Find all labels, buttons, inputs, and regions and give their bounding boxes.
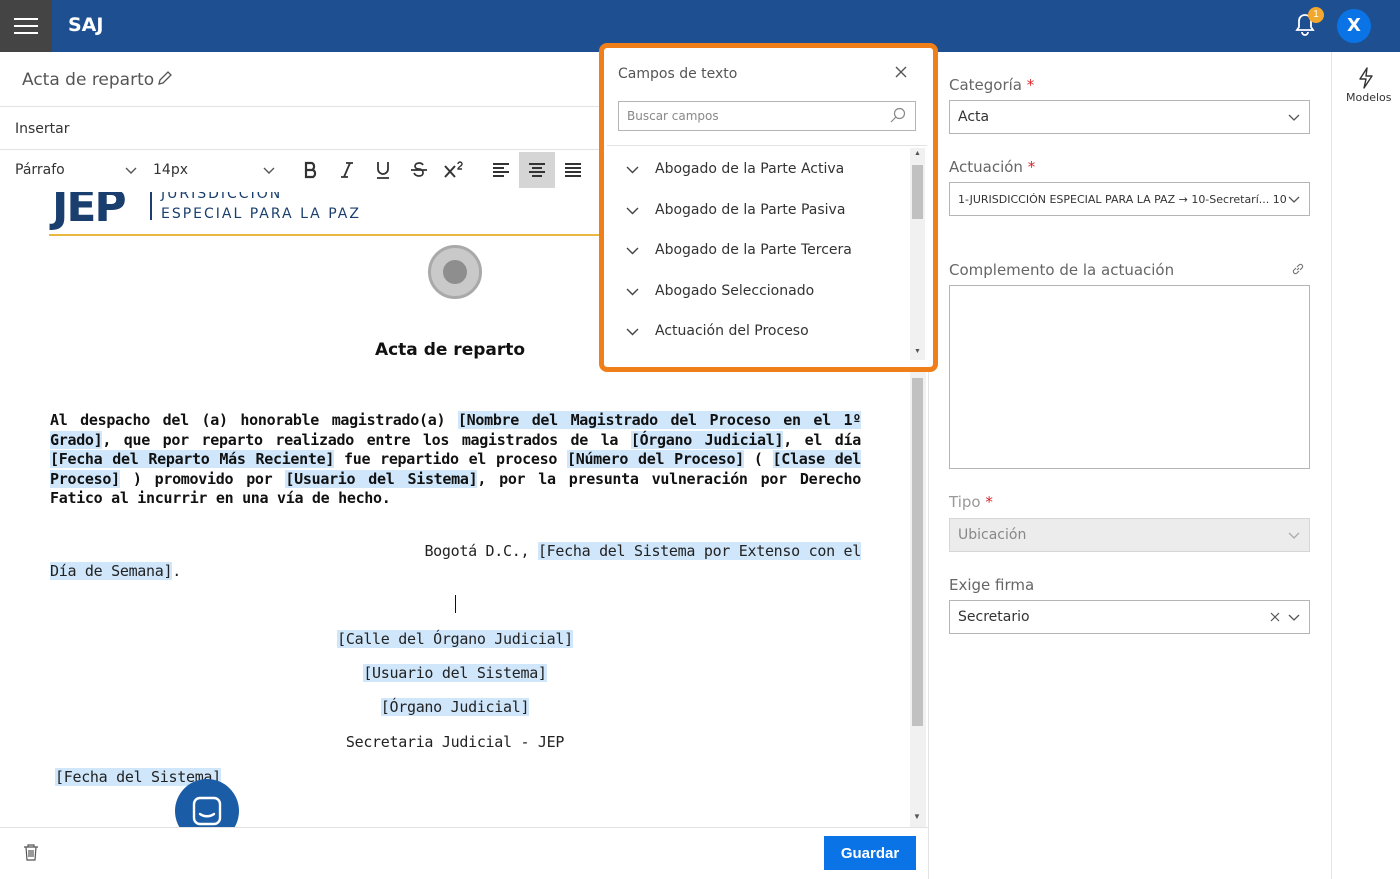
actuacion-label: Actuación * bbox=[949, 158, 1036, 176]
tipo-select: Ubicación bbox=[949, 518, 1310, 552]
paragraph-style-select[interactable]: Párrafo bbox=[15, 162, 65, 178]
search-fields-input[interactable] bbox=[618, 101, 916, 131]
field-group-item[interactable]: Actuación del Proceso bbox=[626, 319, 809, 343]
strikethrough-button[interactable] bbox=[401, 152, 437, 188]
divider bbox=[0, 106, 600, 107]
models-button[interactable] bbox=[1357, 67, 1375, 89]
chevron-down-icon bbox=[1288, 114, 1300, 121]
field-tag[interactable]: [Órgano Judicial] bbox=[380, 698, 530, 716]
chevron-down-icon bbox=[626, 328, 639, 335]
superscript-icon bbox=[444, 161, 463, 178]
firma-label: Exige firma bbox=[949, 576, 1035, 594]
user-avatar[interactable]: X bbox=[1337, 9, 1371, 43]
align-left-button[interactable] bbox=[483, 152, 519, 188]
lightning-icon bbox=[1359, 67, 1373, 89]
align-center-button[interactable] bbox=[519, 152, 555, 188]
popup-scrollbar-thumb[interactable] bbox=[912, 165, 923, 219]
field-tag: [Órgano Judicial] bbox=[630, 430, 784, 449]
field-tag[interactable]: [Calle del Órgano Judicial] bbox=[337, 630, 573, 648]
scroll-up-arrow-icon[interactable]: ▲ bbox=[914, 150, 921, 157]
close-icon bbox=[895, 66, 907, 78]
close-popup-button[interactable] bbox=[894, 65, 908, 79]
chevron-down-icon bbox=[626, 166, 639, 173]
logo-line-1: JURISDICCIÓN bbox=[161, 192, 283, 202]
place-date-line[interactable]: Bogotá D.C., [Fecha del Sistema por Exte… bbox=[50, 542, 861, 581]
app-title: SAJ bbox=[68, 14, 104, 36]
edit-title-button[interactable] bbox=[157, 70, 175, 88]
scroll-down-arrow-icon[interactable]: ▼ bbox=[914, 348, 921, 355]
popup-title: Campos de texto bbox=[618, 66, 738, 82]
hamburger-icon bbox=[14, 18, 38, 34]
field-group-item[interactable]: Abogado de la Parte Activa bbox=[626, 157, 844, 181]
chat-support-button[interactable] bbox=[175, 779, 239, 827]
chevron-down-icon bbox=[1288, 532, 1300, 539]
chevron-down-icon bbox=[1288, 614, 1300, 621]
strikethrough-icon bbox=[411, 162, 427, 177]
document-title: Acta de reparto bbox=[22, 70, 155, 90]
scroll-down-arrow-icon[interactable]: ▼ bbox=[913, 812, 921, 821]
justify-icon bbox=[565, 163, 581, 177]
complemento-label: Complemento de la actuación bbox=[949, 261, 1175, 279]
field-tag: [Fecha del Reparto Más Reciente] bbox=[50, 450, 335, 468]
bold-icon bbox=[304, 161, 317, 179]
trash-icon bbox=[24, 844, 38, 861]
divider bbox=[0, 149, 600, 150]
chevron-down-icon bbox=[125, 167, 137, 174]
chat-icon bbox=[192, 796, 222, 826]
divider bbox=[0, 827, 928, 828]
jep-logo: JEP bbox=[52, 192, 127, 232]
firma-select[interactable]: Secretario bbox=[949, 600, 1310, 634]
chevron-down-icon bbox=[626, 247, 639, 254]
logo-separator bbox=[150, 192, 152, 220]
justify-button[interactable] bbox=[555, 152, 591, 188]
pencil-icon bbox=[158, 71, 172, 85]
chevron-down-icon bbox=[1288, 196, 1300, 203]
field-tag: [Fecha del Sistema por Extenso con el bbox=[537, 542, 861, 560]
delete-button[interactable] bbox=[23, 843, 41, 863]
editor-scrollbar-thumb[interactable] bbox=[912, 378, 923, 726]
align-left-icon bbox=[493, 163, 509, 177]
field-group-item[interactable]: Abogado de la Parte Tercera bbox=[626, 238, 852, 262]
field-group-item[interactable]: Abogado de la Parte Pasiva bbox=[626, 198, 845, 222]
field-group-item[interactable]: Abogado Seleccionado bbox=[626, 279, 814, 303]
chevron-down-icon bbox=[626, 207, 639, 214]
link-button[interactable] bbox=[1291, 262, 1305, 276]
superscript-button[interactable] bbox=[437, 152, 473, 188]
field-tag: Día de Semana] bbox=[50, 561, 173, 580]
chevron-down-icon bbox=[626, 288, 639, 295]
logo-line-2: ESPECIAL PARA LA PAZ bbox=[161, 206, 361, 222]
colombia-seal-icon bbox=[428, 245, 482, 299]
hamburger-menu-button[interactable] bbox=[0, 0, 52, 52]
link-icon bbox=[1292, 263, 1304, 275]
field-tag[interactable]: [Usuario del Sistema] bbox=[363, 664, 547, 682]
bold-button[interactable] bbox=[293, 152, 329, 188]
body-paragraph[interactable]: Al despacho del (a) honorable magistrado… bbox=[50, 411, 861, 509]
actuacion-select[interactable]: 1-JURISDICCIÓN ESPECIAL PARA LA PAZ → 10… bbox=[949, 182, 1310, 216]
underline-icon bbox=[377, 162, 389, 179]
clear-icon[interactable] bbox=[1269, 611, 1281, 623]
align-center-icon bbox=[529, 163, 545, 177]
italic-button[interactable] bbox=[329, 152, 365, 188]
complemento-textarea[interactable] bbox=[949, 285, 1310, 469]
text-cursor bbox=[455, 595, 456, 613]
categoria-label: Categoría * bbox=[949, 76, 1035, 94]
font-size-select[interactable]: 14px bbox=[153, 162, 188, 178]
field-tag: [Número del Proceso] bbox=[566, 450, 744, 468]
models-label[interactable]: Modelos bbox=[1346, 91, 1392, 104]
categoria-select[interactable]: Acta bbox=[949, 100, 1310, 134]
divider bbox=[607, 145, 927, 146]
insert-menu[interactable]: Insertar bbox=[15, 121, 70, 137]
models-panel bbox=[1331, 52, 1400, 879]
save-button[interactable]: Guardar bbox=[824, 836, 916, 870]
italic-icon bbox=[341, 162, 353, 178]
signature-secretaria: Secretaria Judicial - JEP bbox=[345, 733, 565, 751]
field-tag: [Usuario del Sistema] bbox=[285, 469, 478, 488]
chevron-down-icon bbox=[263, 167, 275, 174]
notification-badge: 1 bbox=[1308, 7, 1324, 23]
search-icon bbox=[890, 107, 906, 123]
underline-button[interactable] bbox=[365, 152, 401, 188]
tipo-label: Tipo * bbox=[949, 493, 993, 511]
